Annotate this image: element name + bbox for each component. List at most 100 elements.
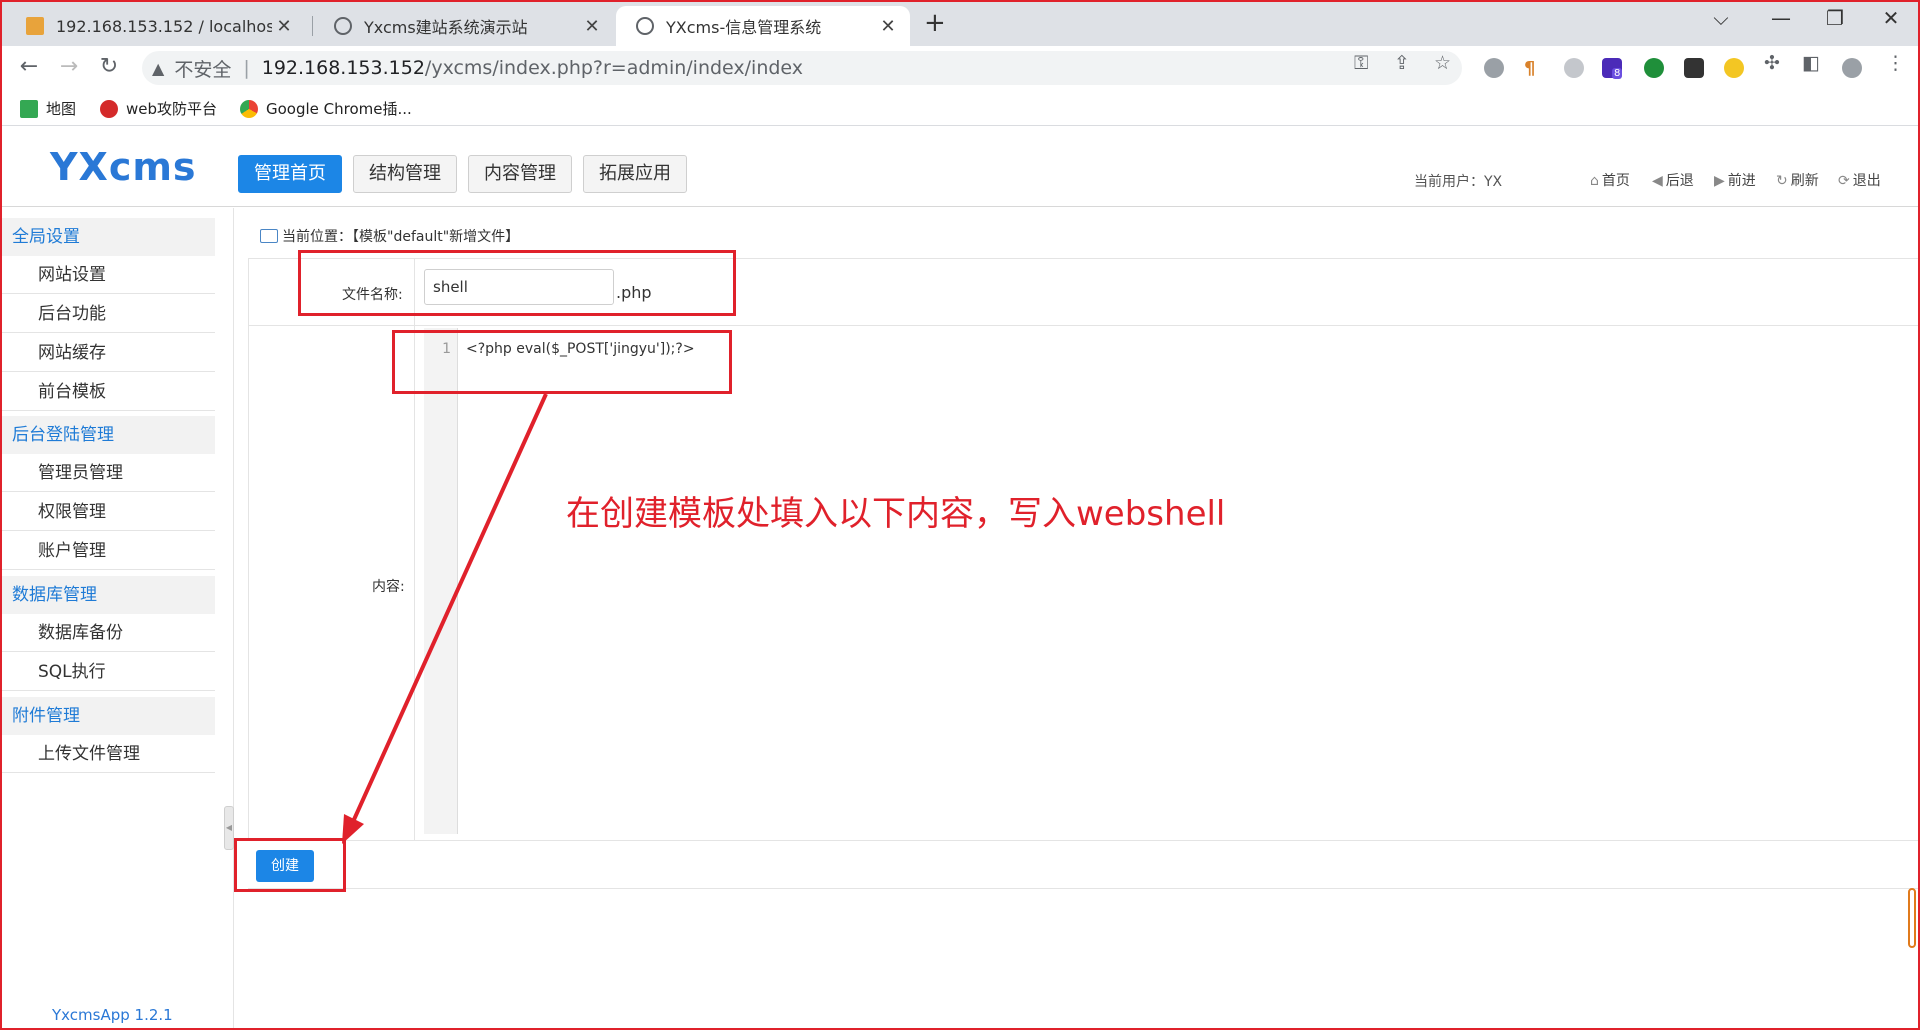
extension-pilcrow-icon[interactable]: ¶ [1524, 58, 1544, 79]
forward-icon: ▶ [1714, 173, 1725, 189]
globe-icon [334, 17, 352, 35]
annotation-box-create [234, 838, 346, 892]
omnibox-divider: | [243, 57, 250, 79]
tab-separator [312, 16, 313, 36]
bookmark-label: Google Chrome插... [266, 100, 412, 118]
quick-label: 前进 [1727, 173, 1756, 189]
sidebar-group-database[interactable]: 数据库管理 [2, 576, 215, 614]
breadcrumb: 当前位置：【模板"default"新增文件】 [260, 226, 519, 246]
sidebar-item-permissions[interactable]: 权限管理 [2, 493, 215, 531]
quick-refresh[interactable]: ↻ 刷新 [1776, 170, 1819, 190]
refresh-icon: ↻ [1776, 173, 1788, 189]
bookmark-star-icon[interactable]: ☆ [1434, 52, 1451, 74]
sidebar: 全局设置 网站设置 后台功能 网站缓存 前台模板 后台登陆管理 管理员管理 权限… [2, 208, 234, 1028]
nav-extensions[interactable]: 拓展应用 [583, 155, 687, 193]
sidebar-collapse-handle[interactable]: ◀ [224, 806, 234, 850]
bookmark-web-attack[interactable]: web攻防平台 [100, 98, 217, 119]
bookmark-label: 地图 [46, 100, 77, 118]
extension-cube-icon[interactable]: 8 [1602, 58, 1623, 79]
back-icon: ◀ [1652, 173, 1663, 189]
annotation-box-code [392, 330, 732, 394]
window-icon [260, 229, 278, 243]
forward-icon[interactable]: → [54, 54, 84, 79]
warning-icon: ▲ [152, 58, 165, 78]
quick-label: 退出 [1852, 173, 1881, 189]
quick-label: 首页 [1601, 173, 1630, 189]
extension-x-icon[interactable] [1684, 58, 1704, 78]
nav-admin-home[interactable]: 管理首页 [238, 155, 342, 193]
nav-structure[interactable]: 结构管理 [353, 155, 457, 193]
sidebar-item-sql-exec[interactable]: SQL执行 [2, 653, 215, 691]
tab-close-icon[interactable]: ✕ [876, 16, 900, 37]
breadcrumb-text: 当前位置：【模板"default"新增文件】 [282, 229, 520, 245]
reload-icon[interactable]: ↻ [94, 54, 124, 79]
tab-close-icon[interactable]: ✕ [580, 16, 604, 37]
form-divider [248, 258, 249, 840]
minimize-icon[interactable]: — [1758, 6, 1804, 30]
tab-close-icon[interactable]: ✕ [272, 16, 296, 37]
quick-forward[interactable]: ▶ 前进 [1714, 170, 1756, 190]
code-line-gutter: 1 [424, 328, 458, 834]
logout-icon: ⟳ [1838, 173, 1850, 189]
sidebar-item-accounts[interactable]: 账户管理 [2, 532, 215, 570]
sidebar-item-site-cache[interactable]: 网站缓存 [2, 334, 215, 372]
nav-content[interactable]: 内容管理 [468, 155, 572, 193]
chrome-icon [240, 99, 258, 118]
quick-back[interactable]: ◀ 后退 [1652, 170, 1694, 190]
tab-label: 192.168.153.152 / localhost | p [56, 16, 272, 36]
tab-label: YXcms-信息管理系统 [666, 18, 822, 37]
side-panel-icon[interactable]: ◧ [1802, 52, 1820, 74]
security-status: 不安全 [174, 58, 232, 81]
sidebar-item-db-backup[interactable]: 数据库备份 [2, 614, 215, 652]
quick-home[interactable]: ⌂ 首页 [1590, 170, 1630, 190]
form-divider [248, 325, 1918, 326]
extension-globe-icon[interactable] [1484, 58, 1504, 78]
quick-logout[interactable]: ⟳ 退出 [1838, 170, 1881, 190]
extension-green-icon[interactable] [1644, 58, 1664, 78]
quick-label: 后退 [1665, 173, 1694, 189]
tab-phpmyadmin[interactable]: 192.168.153.152 / localhost | p ✕ [6, 6, 306, 46]
restore-icon[interactable]: ❐ [1812, 6, 1858, 30]
form-divider [248, 840, 1918, 841]
sidebar-group-global[interactable]: 全局设置 [2, 218, 215, 256]
tab-yxcms-demo[interactable]: Yxcms建站系统演示站 ✕ [314, 6, 614, 46]
sidebar-item-uploads[interactable]: 上传文件管理 [2, 735, 215, 773]
sidebar-item-frontend-templates[interactable]: 前台模板 [2, 373, 215, 411]
home-icon: ⌂ [1590, 173, 1599, 189]
key-icon[interactable]: ⚿ [1354, 52, 1368, 74]
annotation-text: 在创建模板处填入以下内容，写入webshell [566, 494, 1226, 534]
current-user: 当前用户：YX [1414, 174, 1503, 190]
sidebar-group-attachments[interactable]: 附件管理 [2, 697, 215, 735]
bookmark-label: web攻防平台 [126, 100, 218, 118]
close-window-icon[interactable]: ✕ [1868, 6, 1914, 30]
web-platform-icon [100, 99, 118, 118]
url-path: /yxcms/index.php?r=admin/index/index [424, 57, 804, 79]
extension-gear-icon[interactable] [1564, 58, 1584, 78]
content-label: 内容: [372, 579, 405, 595]
sidebar-group-login[interactable]: 后台登陆管理 [2, 416, 215, 454]
app-version: YxcmsApp 1.2.1 [52, 1006, 173, 1024]
app-header: YXcms 管理首页 结构管理 内容管理 拓展应用 当前用户：YX ⌂ 首页 ◀ 后… [2, 127, 1918, 207]
bookmark-map[interactable]: 地图 [20, 98, 76, 119]
extension-yellow-icon[interactable] [1724, 58, 1744, 78]
sidebar-item-backend-functions[interactable]: 后台功能 [2, 295, 215, 333]
tab-yxcms-admin[interactable]: YXcms-信息管理系统 ✕ [616, 6, 910, 46]
browser-tab-bar: 192.168.153.152 / localhost | p ✕ Yxcms建… [2, 2, 1918, 46]
url-host: 192.168.153.152 [261, 57, 425, 79]
sidebar-item-admins[interactable]: 管理员管理 [2, 454, 215, 492]
scrollbar-thumb[interactable] [1908, 888, 1916, 948]
extensions-puzzle-icon[interactable]: ✣ [1764, 52, 1780, 74]
menu-kebab-icon[interactable]: ⋮ [1886, 52, 1905, 74]
new-tab-button[interactable]: + [924, 8, 946, 38]
bookmark-chrome-plugins[interactable]: Google Chrome插... [240, 98, 412, 119]
extension-badge: 8 [1612, 68, 1623, 79]
yxcms-logo: YXcms [50, 145, 197, 189]
tab-search-icon[interactable]: ⌵ [1698, 6, 1744, 30]
address-bar[interactable]: ▲ 不安全 | 192.168.153.152/yxcms/index.php?… [142, 51, 1462, 85]
profile-avatar[interactable] [1842, 58, 1862, 78]
form-divider [248, 888, 1918, 889]
back-icon[interactable]: ← [14, 54, 44, 79]
sidebar-item-site-settings[interactable]: 网站设置 [2, 256, 215, 294]
share-icon[interactable]: ⇪ [1394, 52, 1410, 74]
bookmarks-bar: 地图 web攻防平台 Google Chrome插... [2, 90, 1918, 126]
